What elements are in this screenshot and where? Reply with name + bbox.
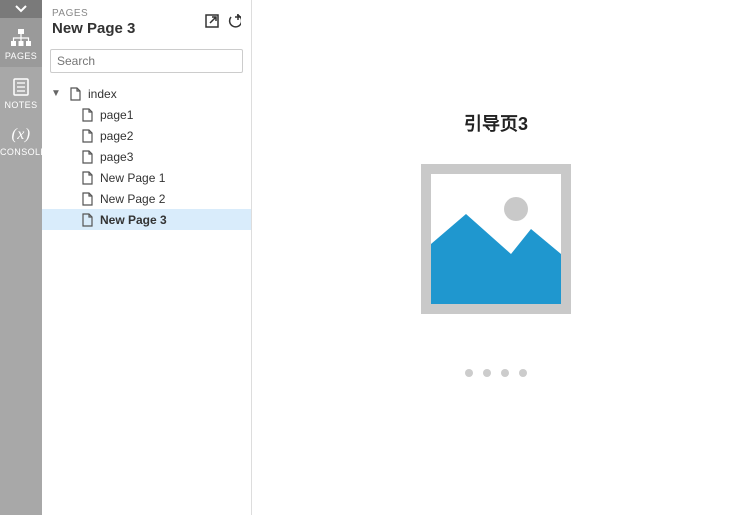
export-button[interactable]: [205, 14, 219, 31]
carousel-dot[interactable]: [465, 369, 473, 377]
add-page-button[interactable]: [227, 14, 241, 31]
chevron-down-icon: [14, 4, 28, 14]
tree-item-label: New Page 3: [100, 213, 167, 227]
canvas-area: 引导页3: [252, 0, 740, 515]
tree-item[interactable]: page1: [42, 104, 251, 125]
image-placeholder-inner: [431, 174, 561, 304]
tree-item[interactable]: New Page 1: [42, 167, 251, 188]
variable-icon: (x): [0, 126, 42, 144]
tree-item-label: page1: [100, 108, 133, 122]
pages-panel: PAGES New Page 3 ▼: [42, 0, 252, 515]
add-page-icon: [227, 14, 241, 28]
page-icon: [80, 171, 94, 185]
carousel-dot[interactable]: [501, 369, 509, 377]
tree-item-label: New Page 2: [100, 192, 165, 206]
page-icon: [68, 87, 82, 101]
tree-item-label: index: [88, 87, 117, 101]
tree-item-label: page2: [100, 129, 133, 143]
carousel-dot[interactable]: [483, 369, 491, 377]
rail-tab-notes[interactable]: NOTES: [0, 67, 42, 116]
sitemap-icon: [10, 28, 32, 48]
rail-tab-console[interactable]: (x) CONSOLE: [0, 116, 42, 163]
page-icon: [80, 108, 94, 122]
tree-item[interactable]: New Page 2: [42, 188, 251, 209]
rail-tab-pages[interactable]: PAGES: [0, 18, 42, 67]
panel-title: New Page 3: [52, 20, 135, 37]
carousel-dot[interactable]: [519, 369, 527, 377]
page-icon: [80, 129, 94, 143]
tree-item[interactable]: page3: [42, 146, 251, 167]
tree-item-label: New Page 1: [100, 171, 165, 185]
export-icon: [205, 14, 219, 28]
picture-icon: [431, 174, 561, 304]
panel-header: PAGES New Page 3: [42, 0, 251, 43]
page-tree: ▼ index page1 page2 page3 New Page 1: [42, 79, 251, 515]
search-input[interactable]: [50, 49, 243, 73]
image-placeholder[interactable]: [421, 164, 571, 314]
page-icon: [80, 213, 94, 227]
page-icon: [80, 150, 94, 164]
canvas-page-title: 引导页3: [464, 110, 528, 136]
tree-item[interactable]: page2: [42, 125, 251, 146]
tree-root-item[interactable]: ▼ index: [42, 83, 251, 104]
tree-item-selected[interactable]: New Page 3: [42, 209, 251, 230]
rail-tab-label: NOTES: [4, 100, 37, 110]
rail-tab-label: PAGES: [5, 51, 37, 61]
rail-tab-label: CONSOLE: [0, 147, 47, 157]
rail-collapse-toggle[interactable]: [0, 0, 42, 18]
carousel-dots: [465, 369, 527, 377]
notes-icon: [11, 77, 31, 97]
page-icon: [80, 192, 94, 206]
panel-section-label: PAGES: [52, 8, 135, 19]
tree-collapse-toggle[interactable]: ▼: [50, 88, 62, 99]
tree-item-label: page3: [100, 150, 133, 164]
left-rail: PAGES NOTES (x) CONSOLE: [0, 0, 42, 515]
